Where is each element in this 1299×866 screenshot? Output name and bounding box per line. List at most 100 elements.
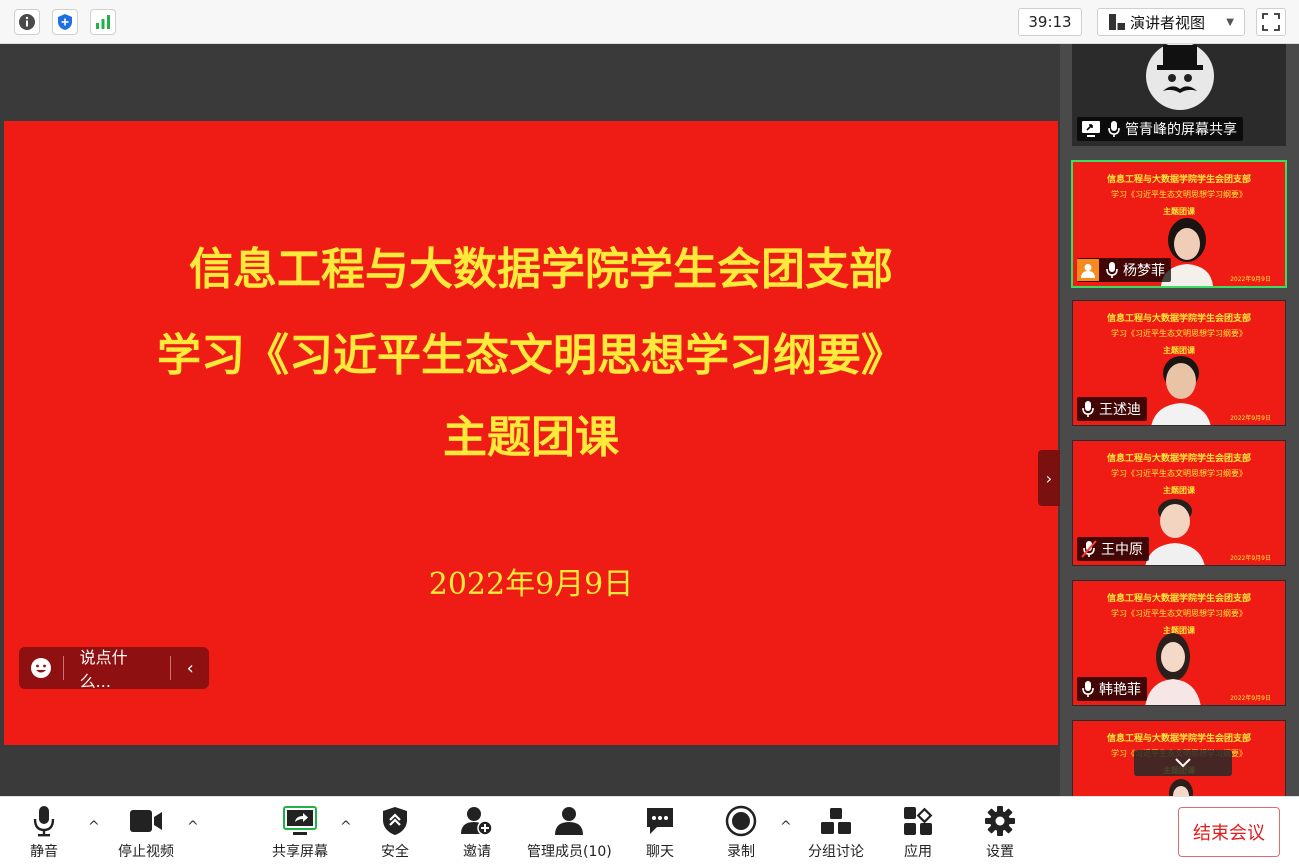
share-screen-label: 共享屏幕: [272, 844, 328, 860]
tile-slide-title: 信息工程与大数据学院学生会团支部: [1106, 314, 1251, 324]
video-tile-wangzhongyuan[interactable]: 信息工程与大数据学院学生会团支部 学习《习近平生态文明思想学习纲要》 主题团课 …: [1072, 440, 1286, 566]
microphone-muted-icon: [1081, 540, 1097, 558]
apps-icon: [904, 807, 933, 835]
collapse-gallery-button[interactable]: ›: [1038, 450, 1060, 506]
participant-label: 杨梦菲: [1077, 258, 1171, 282]
end-meeting-button[interactable]: 结束会议: [1178, 807, 1280, 857]
chat-button[interactable]: 聊天: [645, 805, 675, 861]
chevron-up-icon[interactable]: ^: [187, 819, 199, 835]
chevron-up-icon[interactable]: ^: [340, 819, 352, 835]
microphone-icon: [1081, 400, 1095, 418]
tile-slide-date: 2022年9月9日: [1230, 555, 1271, 562]
apps-label: 应用: [904, 844, 932, 860]
user-avatar-icon: [1077, 259, 1099, 281]
security-label: 安全: [381, 844, 409, 860]
apps-button[interactable]: 应用: [903, 805, 933, 861]
mute-button[interactable]: 静音: [30, 805, 58, 861]
shield-icon: [383, 807, 407, 835]
view-switch-button[interactable]: 演讲者视图 ▼: [1097, 8, 1245, 36]
record-button[interactable]: 录制: [725, 805, 757, 861]
microphone-icon: [1081, 680, 1095, 698]
record-icon: [725, 805, 757, 837]
quick-chat-box[interactable]: 说点什么... ‹: [19, 644, 209, 692]
participant-video: [1151, 356, 1211, 425]
video-tile-yangmengfei[interactable]: 信息工程与大数据学院学生会团支部 学习《习近平生态文明思想学习纲要》 主题团课 …: [1071, 160, 1287, 288]
scroll-down-button[interactable]: [1134, 750, 1232, 776]
invite-button[interactable]: 邀请: [461, 805, 493, 861]
top-bar: 39:13 演讲者视图 ▼: [0, 0, 1299, 44]
chat-label: 聊天: [646, 844, 674, 860]
meeting-window: 39:13 演讲者视图 ▼ 信息工程与大数据学院学生会团支部 学习《习近平生态文…: [0, 0, 1299, 866]
slide-title-line-1: 信息工程与大数据学院学生会团支部: [189, 244, 893, 295]
video-gallery: 管青峰的屏幕共享 信息工程与大数据学院学生会团支部 学习《习近平生态文明思想学习…: [1060, 44, 1299, 796]
breakout-rooms-label: 分组讨论: [808, 844, 864, 860]
share-screen-icon: [283, 806, 317, 835]
tile-slide-date: 2022年9月9日: [1230, 276, 1271, 283]
gear-icon: [985, 806, 1015, 836]
info-icon: [19, 14, 35, 30]
meeting-toolbar: 静音 ^ 停止视频 ^ 共享屏幕 ^ 安全 邀请 管理成员(10) 聊天 录制 …: [0, 796, 1299, 866]
stop-video-button[interactable]: 停止视频: [118, 805, 174, 861]
tile-slide-subtitle: 学习《习近平生态文明思想学习纲要》: [1111, 329, 1247, 338]
security-button[interactable]: 安全: [381, 805, 409, 861]
chevron-down-icon: ▼: [1226, 16, 1234, 28]
smiley-icon: [30, 658, 51, 678]
camera-icon: [130, 810, 162, 832]
participants-button[interactable]: 管理成员(10): [527, 805, 612, 861]
tile-slide-subtitle: 学习《习近平生态文明思想学习纲要》: [1111, 609, 1247, 618]
participant-name: 管青峰的屏幕共享: [1125, 122, 1237, 138]
add-user-icon: [461, 807, 493, 836]
participant-label: 王述迪: [1077, 397, 1147, 421]
settings-label: 设置: [986, 844, 1014, 860]
shield-icon: [58, 14, 72, 30]
stop-video-label: 停止视频: [118, 844, 174, 860]
encryption-button[interactable]: [52, 9, 78, 35]
layout-icon: [1109, 14, 1125, 30]
microphone-icon: [33, 806, 55, 837]
participant-video: [1145, 499, 1205, 565]
avatar: [1146, 44, 1214, 110]
participant-name: 韩艳菲: [1099, 682, 1141, 698]
slide-title-line-2: 学习《习近平生态文明思想学习纲要》: [157, 330, 905, 381]
microphone-icon: [1105, 261, 1119, 279]
chevron-up-icon[interactable]: ^: [88, 819, 100, 835]
participant-video: [1145, 633, 1201, 705]
emoji-button[interactable]: [19, 657, 63, 679]
tile-slide-date: 2022年9月9日: [1230, 695, 1271, 702]
view-switch-label: 演讲者视图: [1130, 13, 1206, 32]
chat-bubble-icon: [647, 808, 673, 834]
tile-slide-title: 信息工程与大数据学院学生会团支部: [1106, 454, 1251, 464]
tile-slide-subtitle: 学习《习近平生态文明思想学习纲要》: [1111, 469, 1247, 478]
meeting-timer: 39:13: [1018, 8, 1082, 36]
video-tile-hanyanfei[interactable]: 信息工程与大数据学院学生会团支部 学习《习近平生态文明思想学习纲要》 主题团课 …: [1072, 580, 1286, 706]
participant-name: 王述迪: [1099, 402, 1141, 418]
tile-slide-title: 信息工程与大数据学院学生会团支部: [1106, 175, 1251, 185]
participant-video: [1169, 779, 1193, 796]
chat-placeholder[interactable]: 说点什么...: [64, 644, 171, 692]
info-button[interactable]: [14, 9, 40, 35]
fullscreen-button[interactable]: [1256, 8, 1286, 36]
chevron-left-icon[interactable]: ‹: [171, 658, 209, 679]
video-tile-screen-share[interactable]: 管青峰的屏幕共享: [1072, 44, 1286, 146]
mute-label: 静音: [30, 844, 58, 860]
tile-slide-date: 2022年9月9日: [1230, 415, 1271, 422]
participant-label: 韩艳菲: [1077, 677, 1147, 701]
user-icon: [555, 807, 584, 835]
participant-label: 王中原: [1077, 537, 1149, 561]
breakout-rooms-button[interactable]: 分组讨论: [808, 805, 864, 861]
record-label: 录制: [727, 844, 755, 860]
participant-name: 王中原: [1101, 542, 1143, 558]
chevron-right-icon: ›: [1045, 468, 1053, 488]
tile-slide-subtitle: 学习《习近平生态文明思想学习纲要》: [1111, 190, 1247, 199]
chevron-down-icon: [1175, 758, 1191, 768]
share-screen-button[interactable]: 共享屏幕: [272, 805, 328, 861]
participants-label: 管理成员(10): [527, 844, 612, 860]
screen-share-icon: [1081, 120, 1101, 138]
network-stats-button[interactable]: [90, 9, 116, 35]
participant-label: 管青峰的屏幕共享: [1077, 117, 1243, 141]
participant-name: 杨梦菲: [1123, 263, 1165, 279]
chevron-up-icon[interactable]: ^: [780, 819, 792, 835]
breakout-rooms-icon: [821, 808, 851, 834]
settings-button[interactable]: 设置: [985, 805, 1015, 861]
video-tile-wangshudi[interactable]: 信息工程与大数据学院学生会团支部 学习《习近平生态文明思想学习纲要》 主题团课 …: [1072, 300, 1286, 426]
